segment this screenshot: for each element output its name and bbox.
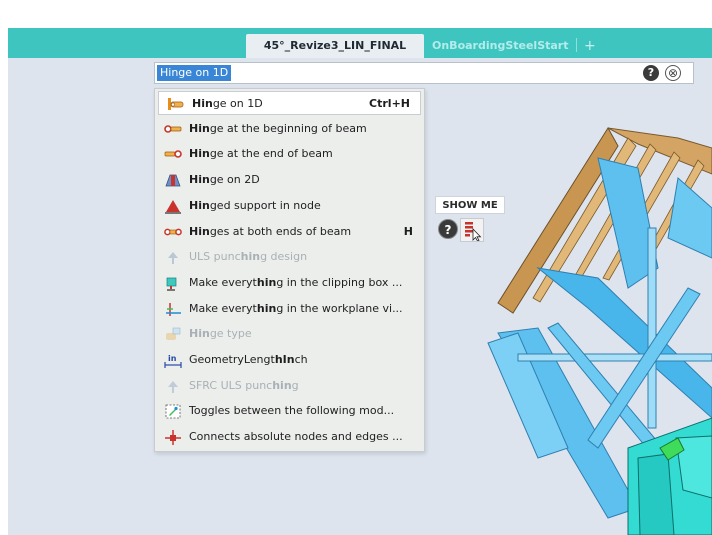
search-result-item[interactable]: Hinge on 2D bbox=[156, 168, 423, 192]
result-text-match: Hin bbox=[189, 198, 210, 212]
show-me-button[interactable] bbox=[460, 218, 484, 242]
search-result-item: ULS punching design bbox=[156, 245, 423, 269]
ribbon-command-icon bbox=[465, 222, 482, 242]
3d-model-viewport[interactable] bbox=[478, 118, 712, 535]
result-text-post: ge at the end of beam bbox=[209, 147, 333, 161]
hinge-1d-icon bbox=[168, 98, 184, 110]
search-result-item[interactable]: in GeometryLengthInch bbox=[156, 348, 423, 372]
result-text-pre: Make everyt bbox=[189, 301, 257, 315]
tab-separator bbox=[576, 38, 577, 52]
result-text-pre: Toggles between the following mod... bbox=[189, 404, 395, 418]
tab-active-project[interactable]: 45°_Revize3_LIN_FINAL bbox=[246, 34, 424, 58]
hinge-type-icon bbox=[166, 327, 181, 341]
inch-icon: in bbox=[164, 354, 182, 368]
search-result-label: Make everything in the clipping box ... bbox=[189, 271, 402, 295]
search-result-item[interactable]: Hinge at the end of beam bbox=[156, 142, 423, 166]
hinges-both-icon bbox=[164, 228, 182, 235]
result-text-pre: Make everyt bbox=[189, 275, 257, 289]
search-result-label: Hinge type bbox=[189, 322, 252, 346]
show-me-label: SHOW ME bbox=[435, 196, 505, 214]
result-text-match: Hin bbox=[192, 97, 213, 110]
search-result-item: SFRC ULS punching bbox=[156, 374, 423, 398]
result-text-post: ge type bbox=[209, 327, 252, 341]
search-result-label: Toggles between the following mod... bbox=[189, 399, 394, 423]
result-text-match: hIn bbox=[274, 353, 295, 366]
result-text-post: ge at the beginning of beam bbox=[209, 121, 367, 135]
search-result-item[interactable]: Toggles between the following mod... bbox=[156, 399, 423, 423]
result-text-pre: GeometryLengt bbox=[189, 353, 275, 366]
search-result-label: SFRC ULS punching bbox=[189, 374, 299, 398]
search-results-list: Hinge on 1D Ctrl+H Hinge at the beginning … bbox=[154, 88, 425, 452]
search-input[interactable]: Hinge on 1D bbox=[157, 65, 232, 81]
punching-icon bbox=[168, 252, 178, 265]
hinge-begin-icon bbox=[164, 124, 182, 133]
steel-beam bbox=[667, 177, 712, 259]
result-text-match: Hin bbox=[189, 224, 210, 238]
svg-text:in: in bbox=[168, 354, 177, 363]
result-text-match: Hin bbox=[189, 327, 210, 341]
search-result-item[interactable]: Hinge at the beginning of beam bbox=[156, 117, 423, 141]
concrete-segment bbox=[637, 453, 675, 535]
keyboard-shortcut: H bbox=[403, 224, 413, 238]
hinged-support-icon bbox=[165, 199, 181, 214]
search-result-item: Hinge type bbox=[156, 322, 423, 346]
result-text-match: Hin bbox=[189, 173, 210, 187]
result-text-match: Hin bbox=[189, 147, 210, 161]
keyboard-shortcut: Ctrl+H bbox=[369, 97, 410, 110]
search-result-item[interactable]: Hinges at both ends of beam H bbox=[156, 220, 423, 244]
result-text-post: ged support in node bbox=[209, 198, 321, 212]
result-text-match: Hin bbox=[189, 121, 210, 135]
result-text-match: hin bbox=[240, 250, 261, 264]
steel-column bbox=[647, 227, 657, 429]
command-search-bar: Hinge on 1D ? ⊗ bbox=[154, 62, 694, 84]
tab-onboarding[interactable]: OnBoardingSteelStart bbox=[428, 34, 578, 58]
result-text-post: g in the workplane vi... bbox=[276, 301, 403, 315]
result-text-post: ges at both ends of beam bbox=[209, 224, 352, 238]
result-text-match: hin bbox=[272, 378, 292, 392]
help-icon[interactable]: ? bbox=[643, 65, 659, 81]
search-result-item[interactable]: Hinge on 1D Ctrl+H bbox=[158, 91, 421, 115]
workplane-icon bbox=[166, 302, 181, 316]
show-me-help-icon[interactable]: ? bbox=[438, 219, 458, 239]
search-result-label: Hinges at both ends of beam bbox=[189, 220, 351, 244]
application-window: 45°_Revize3_LIN_FINAL OnBoardingSteelSta… bbox=[8, 28, 712, 535]
result-text-match: hin bbox=[256, 301, 277, 315]
search-result-item[interactable]: Make everything in the clipping box ... bbox=[156, 271, 423, 295]
result-text-pre: ULS punc bbox=[189, 250, 241, 264]
result-text-pre: SFRC ULS punc bbox=[189, 378, 273, 392]
result-text-post: g in the clipping box ... bbox=[276, 275, 403, 289]
hinge-2d-icon bbox=[165, 174, 181, 187]
result-text-post: ge on 1D bbox=[212, 97, 263, 110]
tab-bar: 45°_Revize3_LIN_FINAL OnBoardingSteelSta… bbox=[8, 28, 712, 58]
search-result-label: Hinge on 2D bbox=[189, 168, 260, 192]
hinge-end-icon bbox=[164, 150, 182, 159]
search-result-label: ULS punching design bbox=[189, 245, 307, 269]
result-text-post: g bbox=[291, 378, 299, 392]
search-result-label: Hinge at the beginning of beam bbox=[189, 117, 367, 141]
result-text-post: ge on 2D bbox=[209, 173, 260, 187]
close-icon[interactable]: ⊗ bbox=[665, 65, 681, 81]
search-result-label: GeometryLengthInch bbox=[189, 348, 308, 372]
result-text-post: g design bbox=[260, 250, 308, 264]
connect-nodes-icon bbox=[165, 430, 181, 446]
steel-beam bbox=[517, 353, 712, 362]
toggle-modes-icon bbox=[165, 404, 181, 419]
search-result-item[interactable]: Make everything in the workplane vi... bbox=[156, 297, 423, 321]
result-text-post: ch bbox=[294, 353, 308, 366]
search-result-label: Hinge on 1D bbox=[192, 92, 263, 116]
sfrc-punching-icon bbox=[168, 380, 178, 393]
add-tab-button[interactable]: + bbox=[584, 34, 596, 58]
result-text-match: hin bbox=[256, 275, 277, 289]
search-result-item[interactable]: Connects absolute nodes and edges ... bbox=[156, 425, 423, 449]
search-result-label: Hinged support in node bbox=[189, 194, 321, 218]
search-result-label: Make everything in the workplane vi... bbox=[189, 297, 403, 321]
search-result-label: Hinge at the end of beam bbox=[189, 142, 333, 166]
search-result-item[interactable]: Hinged support in node bbox=[156, 194, 423, 218]
clipping-box-icon bbox=[166, 277, 177, 291]
result-text-pre: Connects absolute nodes and edges ... bbox=[189, 430, 403, 444]
search-result-label: Connects absolute nodes and edges ... bbox=[189, 425, 403, 449]
